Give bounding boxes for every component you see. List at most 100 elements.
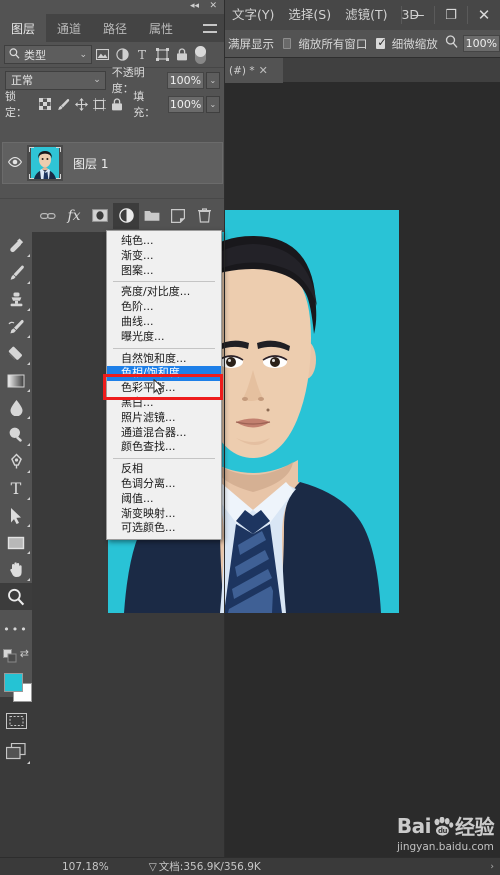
tab-properties[interactable]: 属性 [138,14,184,42]
adjustment-filter-icon[interactable] [112,45,132,65]
collapse-panels-icon[interactable]: ◂◂ [190,1,199,11]
divider [113,458,215,460]
chevron-down-icon[interactable]: ⌄ [93,75,101,85]
menu-solid-color[interactable]: 纯色... [107,234,221,249]
blend-mode-select[interactable]: 正常 ⌄ [5,70,106,90]
layer-thumbnail[interactable] [27,145,63,181]
adjustment-layer-button[interactable] [113,202,139,229]
layer-visibility-icon[interactable] [3,156,27,170]
link-layers-button[interactable] [35,203,61,229]
pen-tool[interactable] [0,448,32,475]
tab-paths[interactable]: 路径 [92,14,138,42]
delete-layer-button[interactable] [191,203,217,229]
scrubby-zoom-checkbox[interactable] [376,36,387,49]
color-swatches[interactable] [0,670,32,706]
rectangle-tool[interactable] [0,529,32,556]
menu-selective-color[interactable]: 可选颜色... [107,521,221,536]
layer-mask-button[interactable] [87,203,113,229]
dodge-tool[interactable] [0,421,32,448]
document-tab[interactable]: (#) * ✕ [225,58,283,83]
menu-pattern[interactable]: 图案... [107,264,221,279]
panel-collapse-strip[interactable]: ◂◂ ✕ [0,0,225,14]
screen-mode-button[interactable] [0,736,32,766]
menu-curves[interactable]: 曲线... [107,315,221,330]
panel-menu-icon[interactable] [203,24,217,33]
filter-type-select[interactable]: 类型 ⌄ [4,45,92,64]
lock-image-pixels-button[interactable] [54,95,72,114]
document-tab-title: (#) * [229,64,255,77]
lock-position-button[interactable] [72,95,90,114]
scrubby-zoom-label[interactable]: 细微缩放 [389,36,438,52]
lock-transparent-pixels-button[interactable] [36,95,54,114]
opacity-chevron-icon[interactable]: ⌄ [205,71,220,89]
tab-channels[interactable]: 通道 [46,14,92,42]
new-layer-button[interactable] [165,203,191,229]
tool-expand-corner [27,551,30,554]
menu-type[interactable]: 文字(Y) [225,0,281,30]
menu-levels[interactable]: 色阶... [107,300,221,315]
close-panel-icon[interactable]: ✕ [209,1,217,11]
menu-photo-filter[interactable]: 照片滤镜... [107,411,221,426]
layers-panel: 图层 通道 路径 属性 类型 ⌄ T 正常 ⌄ 不透明度： 100% ⌄ 锁定：… [0,14,225,232]
layers-panel-toolbar: fx [0,198,225,232]
blur-tool[interactable] [0,394,32,421]
fullscreen-option-label[interactable]: 满屏显示 [225,36,274,52]
chevron-down-icon[interactable]: ⌄ [79,50,87,60]
default-colors-button[interactable]: ⇄ [0,643,32,670]
tab-layers[interactable]: 图层 [0,14,47,42]
path-selection-tool[interactable] [0,502,32,529]
menu-channel-mixer[interactable]: 通道混合器... [107,426,221,441]
menu-exposure[interactable]: 曝光度... [107,330,221,345]
menu-gradient-map[interactable]: 渐变映射... [107,507,221,522]
menu-select[interactable]: 选择(S) [281,0,338,30]
menu-gradient[interactable]: 渐变... [107,249,221,264]
brush-tool[interactable] [0,259,32,286]
foreground-color-swatch[interactable] [4,673,23,692]
zoom-all-windows-label[interactable]: 缩放所有窗口 [295,36,367,52]
menu-color-lookup[interactable]: 颜色查找... [107,440,221,455]
quick-mask-button[interactable] [0,706,32,736]
menu-vibrance[interactable]: 自然饱和度... [107,352,221,367]
lock-all-button[interactable] [108,95,126,114]
zoom-level-field[interactable]: 100% [462,35,500,52]
menu-brightness-contrast[interactable]: 亮度/对比度... [107,285,221,300]
gradient-tool[interactable] [0,367,32,394]
image-filter-icon[interactable] [92,45,112,65]
new-group-button[interactable] [139,203,165,229]
zoom-all-windows-checkbox[interactable] [283,38,292,49]
fill-value-field[interactable]: 100% [167,95,204,113]
shape-filter-icon[interactable] [152,45,172,65]
more-tools-button[interactable]: ••• [0,616,32,643]
smartobject-filter-icon[interactable] [172,45,192,65]
menu-posterize[interactable]: 色调分离... [107,477,221,492]
layer-style-fx-button[interactable]: fx [61,203,87,229]
minimize-button[interactable]: — [402,0,434,30]
menu-filter[interactable]: 滤镜(T) [338,0,394,30]
status-doc-size[interactable]: ▽ 文档:356.9K/356.9K [149,859,261,874]
lock-artboard-button[interactable] [90,95,108,114]
status-zoom-level[interactable]: 107.18% [62,861,109,873]
type-tool[interactable]: T [0,475,32,502]
watermark-du: du [438,827,448,835]
canvas-area[interactable] [108,83,500,857]
swap-colors-icon[interactable]: ⇄ [20,647,29,660]
panel-tab-strip: 图层 通道 路径 属性 [0,14,225,42]
filter-enable-toggle[interactable] [195,45,206,64]
status-expand-icon[interactable]: › [490,862,494,872]
clone-stamp-tool[interactable] [0,286,32,313]
layer-name-label[interactable]: 图层 1 [73,155,108,172]
close-icon[interactable]: ✕ [259,64,268,77]
menu-threshold[interactable]: 阈值... [107,492,221,507]
eraser-tool[interactable] [0,340,32,367]
close-button[interactable]: ✕ [468,0,500,30]
healing-brush-tool[interactable] [0,232,32,259]
history-brush-tool[interactable] [0,313,32,340]
maximize-button[interactable]: ❐ [435,0,467,30]
text-filter-icon[interactable]: T [132,45,152,65]
hand-tool[interactable] [0,556,32,583]
menu-invert[interactable]: 反相 [107,462,221,477]
opacity-value-field[interactable]: 100% [167,71,204,89]
table-row[interactable]: 图层 1 [2,142,223,184]
zoom-tool[interactable] [0,583,32,610]
fill-chevron-icon[interactable]: ⌄ [205,95,220,113]
